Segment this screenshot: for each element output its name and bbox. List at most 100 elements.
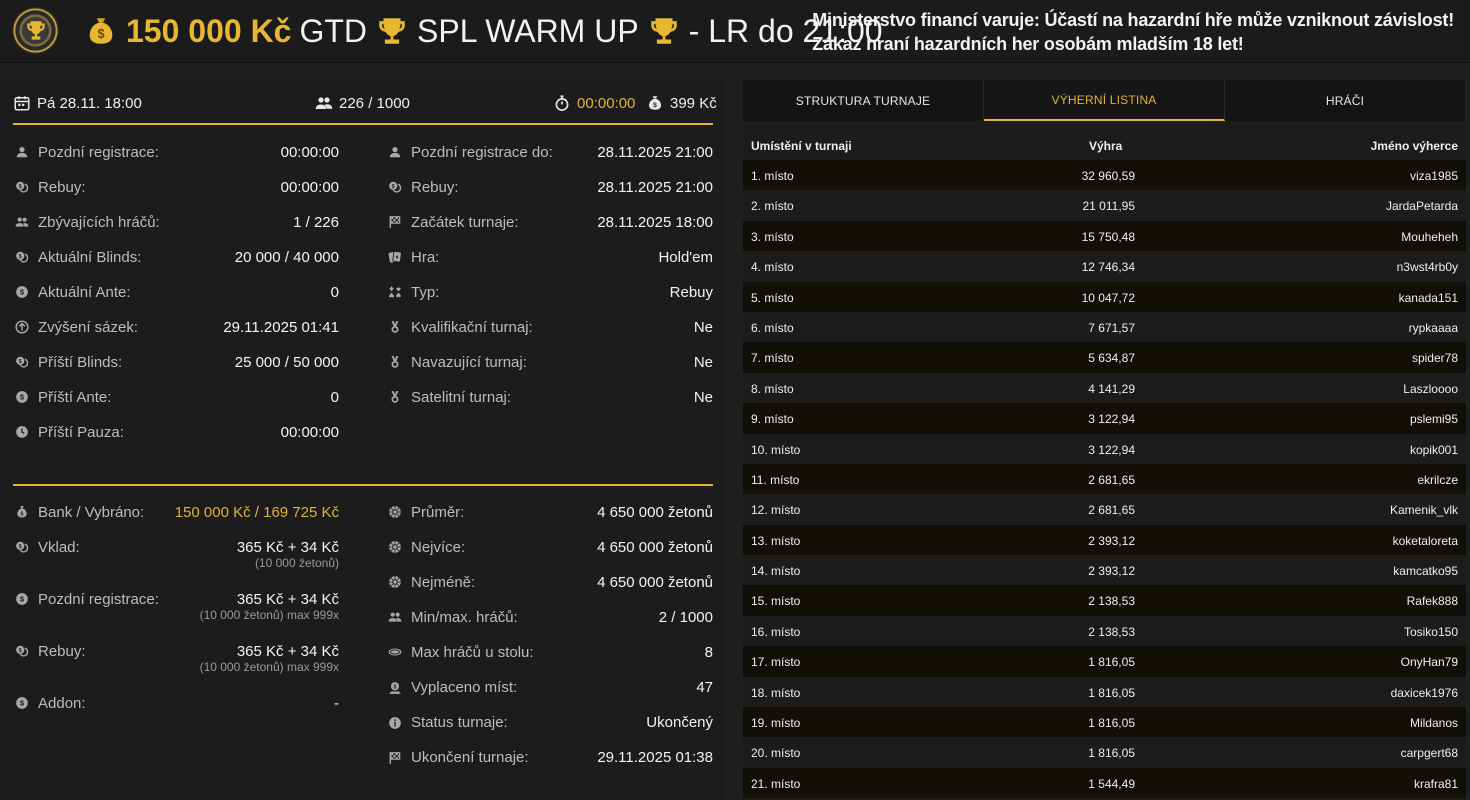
casino-chip-logo[interactable] — [12, 7, 59, 54]
coins-icon: $ — [15, 540, 29, 554]
tournament-summary-bar: Pá 28.11. 18:00 226 / 1000 00:00:00 $ 39… — [13, 80, 717, 125]
info-value: Ne — [693, 353, 713, 371]
prize-cell: 2 393,12 — [1088, 533, 1135, 548]
winner-cell[interactable]: viza1985 — [1410, 169, 1458, 183]
info-value: 00:00:00 — [280, 423, 339, 441]
prize-cell: 2 138,53 — [1088, 624, 1135, 639]
info-row: $ Rebuy: 00:00:00 — [15, 177, 339, 197]
prize-cell: 12 746,34 — [1081, 260, 1135, 275]
tab-payout-list[interactable]: VÝHERNÍ LISTINA — [984, 80, 1225, 121]
placement-cell: 15. místo — [751, 594, 801, 609]
winner-cell[interactable]: Laszloooo — [1403, 382, 1458, 396]
winner-cell[interactable]: JardaPetarda — [1386, 199, 1458, 213]
info-value: 28.11.2025 21:00 — [597, 178, 713, 196]
flag-icon — [388, 215, 402, 229]
tab-players[interactable]: HRÁČI — [1225, 80, 1466, 121]
users-icon — [388, 610, 402, 624]
header-winner: Jméno výherce — [1370, 139, 1458, 153]
buyin-price: $ 399 Kč — [646, 94, 717, 112]
placement-cell: 12. místo — [751, 503, 801, 518]
winner-cell[interactable]: n3wst4rb0y — [1397, 260, 1458, 274]
svg-text:$: $ — [19, 254, 22, 260]
table-row: 12. místo 2 681,65 Kamenik_vlk — [743, 494, 1466, 525]
info-label: Kvalifikační turnaj: — [411, 318, 533, 336]
trophy-icon — [647, 14, 681, 48]
svg-text:$: $ — [394, 684, 397, 690]
section-divider — [13, 484, 713, 486]
svg-text:$: $ — [97, 26, 104, 41]
user-icon — [15, 145, 29, 159]
event-name: SPL WARM UP — [417, 12, 639, 49]
winner-cell[interactable]: kopik001 — [1410, 443, 1458, 457]
info-label: Příští Ante: — [38, 388, 112, 406]
winner-cell[interactable]: ekrilcze — [1417, 473, 1458, 487]
table-row: 21. místo 1 544,49 krafra81 — [743, 767, 1466, 799]
info-label: Status turnaje: — [411, 714, 508, 732]
winner-cell[interactable]: koketaloreta — [1393, 534, 1458, 548]
info-label: Satelitní turnaj: — [411, 388, 512, 406]
prize-cell: 2 393,12 — [1088, 564, 1135, 579]
info-label: Vyplaceno míst: — [411, 679, 518, 696]
table-row: 2. místo 21 011,95 JardaPetarda — [743, 190, 1466, 221]
info-row: Začátek turnaje: 28.11.2025 18:00 — [388, 212, 713, 232]
buyin-price-value: 399 Kč — [670, 94, 717, 112]
winner-cell[interactable]: Mouheheh — [1401, 230, 1458, 244]
winner-cell[interactable]: rypkaaaa — [1409, 321, 1458, 335]
coins-icon: $ — [15, 355, 29, 369]
winner-cell[interactable]: Tosiko150 — [1404, 625, 1458, 639]
winner-cell[interactable]: krafra81 — [1414, 777, 1458, 791]
info-value: Ne — [693, 318, 713, 336]
info-row: Max hráčů u stolu: 8 — [388, 642, 713, 662]
winner-cell[interactable]: pslemi95 — [1410, 412, 1458, 426]
info-row: $ Příští Blinds: 25 000 / 50 000 — [15, 352, 339, 372]
arrow-up-icon — [15, 320, 29, 334]
payout-icon: $ — [388, 681, 402, 695]
info-label: Bank / Vybráno: — [38, 503, 145, 521]
info-label: Aktuální Blinds: — [38, 248, 142, 266]
table-row: 13. místo 2 393,12 koketaloreta — [743, 524, 1466, 556]
winner-cell[interactable]: kamcatko95 — [1393, 564, 1458, 578]
gambling-warning: Ministerstvo financí varuje: Účastí na h… — [812, 8, 1454, 56]
prize-cell: 21 011,95 — [1082, 199, 1136, 214]
winner-cell[interactable]: carpgert68 — [1401, 746, 1458, 760]
prize-cell: 5 634,87 — [1088, 351, 1135, 366]
dollar-icon: $ — [15, 696, 29, 710]
info-label: Příští Blinds: — [38, 353, 123, 371]
info-label: Hra: — [411, 248, 440, 266]
prize-cell: 1 816,05 — [1088, 716, 1135, 731]
placement-cell: 19. místo — [751, 716, 801, 731]
cards-icon — [388, 250, 402, 264]
info-row: $ Vklad: 365 Kč + 34 Kč (10 000 žetonů) — [15, 537, 339, 570]
info-label: Ukončení turnaje: — [411, 749, 529, 767]
tab-structure[interactable]: STRUKTURA TURNAJE — [743, 80, 984, 121]
winner-cell[interactable]: OnyHan79 — [1401, 655, 1458, 669]
winner-cell[interactable]: kanada151 — [1399, 291, 1458, 305]
winner-cell[interactable]: daxicek1976 — [1391, 686, 1458, 700]
prize-cell: 1 816,05 — [1088, 655, 1135, 670]
placement-cell: 7. místo — [751, 351, 794, 366]
dollar-icon: $ — [15, 592, 29, 606]
info-value: Hold'em — [658, 248, 713, 266]
winner-cell[interactable]: Mildanos — [1410, 716, 1458, 730]
info-label: Addon: — [38, 694, 86, 712]
info-subvalue: (10 000 žetonů) — [254, 556, 339, 570]
info-value: 28.11.2025 18:00 — [597, 213, 713, 231]
info-label: Začátek turnaje: — [411, 213, 519, 231]
info-value: 0 — [330, 388, 339, 406]
suits-icon — [388, 285, 402, 299]
placement-cell: 1. místo — [751, 169, 794, 183]
registered-players: 226 / 1000 — [315, 94, 410, 112]
winner-cell[interactable]: Rafek888 — [1407, 594, 1458, 608]
info-label: Zvýšení sázek: — [38, 318, 139, 336]
info-row: Hra: Hold'em — [388, 247, 713, 267]
winner-cell[interactable]: Kamenik_vlk — [1390, 503, 1458, 517]
prize-cell: 3 122,94 — [1088, 412, 1135, 427]
info-row: $ Rebuy: 28.11.2025 21:00 — [388, 177, 713, 197]
header-prize: Výhra — [1089, 139, 1123, 153]
warning-line-1: Ministerstvo financí varuje: Účastí na h… — [812, 10, 1454, 30]
table-row: 4. místo 12 746,34 n3wst4rb0y — [743, 251, 1466, 282]
winner-cell[interactable]: spider78 — [1412, 351, 1458, 365]
coins-icon: $ — [388, 180, 402, 194]
info-value: 365 Kč + 34 Kč — [236, 590, 339, 608]
info-row: $ Rebuy: 365 Kč + 34 Kč (10 000 žetonů) max… — [15, 641, 339, 674]
